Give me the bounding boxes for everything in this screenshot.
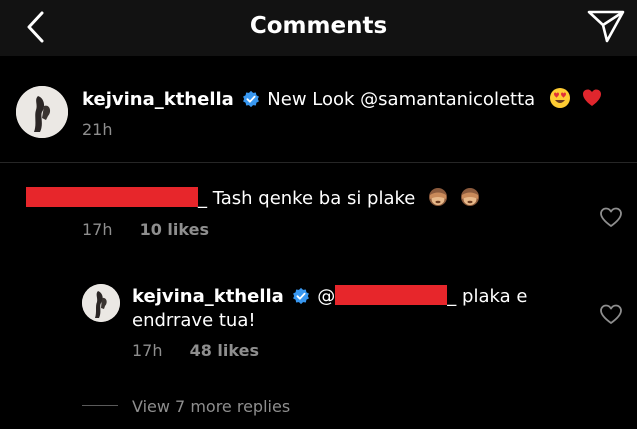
- comment-line: _ Tash qenke ba si plake: [26, 186, 481, 209]
- reply-line: kejvina_kthella @ _ plaka e: [132, 285, 527, 307]
- header-bar: Comments: [0, 0, 637, 56]
- caption-username[interactable]: kejvina_kthella: [82, 89, 234, 110]
- redacted-mention: [335, 285, 448, 305]
- reply-meta: 17h 48 likes: [132, 341, 259, 360]
- comment-text: _ Tash qenke ba si plake: [198, 188, 416, 209]
- verified-badge-icon: [242, 90, 259, 108]
- heart-eyes-emoji-icon: [549, 88, 570, 108]
- section-divider: [0, 162, 637, 163]
- comment-time: 17h: [82, 220, 113, 239]
- caption-line: kejvina_kthella New Look @samantanicolet…: [82, 87, 603, 110]
- send-icon[interactable]: [586, 8, 626, 44]
- like-comment-heart-icon[interactable]: [599, 206, 623, 228]
- view-more-replies-button[interactable]: View 7 more replies: [132, 397, 290, 416]
- verified-badge-icon: [292, 287, 309, 305]
- caption-avatar[interactable]: [16, 86, 68, 138]
- thread-line: [82, 405, 118, 406]
- see-no-evil-monkey-emoji-icon: [429, 188, 448, 206]
- reply-username[interactable]: kejvina_kthella: [132, 286, 284, 307]
- reply-avatar[interactable]: [82, 284, 120, 322]
- like-reply-heart-icon[interactable]: [599, 303, 623, 325]
- reply-mention-prefix[interactable]: @: [317, 286, 335, 307]
- reply-likes[interactable]: 48 likes: [190, 341, 259, 360]
- reply-text: _ plaka e: [447, 286, 528, 307]
- comment-likes[interactable]: 10 likes: [140, 220, 209, 239]
- redacted-username: [26, 187, 198, 207]
- reply-time: 17h: [132, 341, 163, 360]
- see-no-evil-monkey-emoji-icon: [460, 188, 479, 206]
- red-heart-emoji-icon: [582, 89, 601, 106]
- reply-line-2: endrrave tua!: [132, 310, 256, 331]
- comment-meta: 17h 10 likes: [82, 220, 209, 239]
- caption-time: 21h: [82, 120, 113, 139]
- page-title: Comments: [249, 13, 388, 39]
- caption-text: New Look @samantanicoletta: [267, 89, 536, 110]
